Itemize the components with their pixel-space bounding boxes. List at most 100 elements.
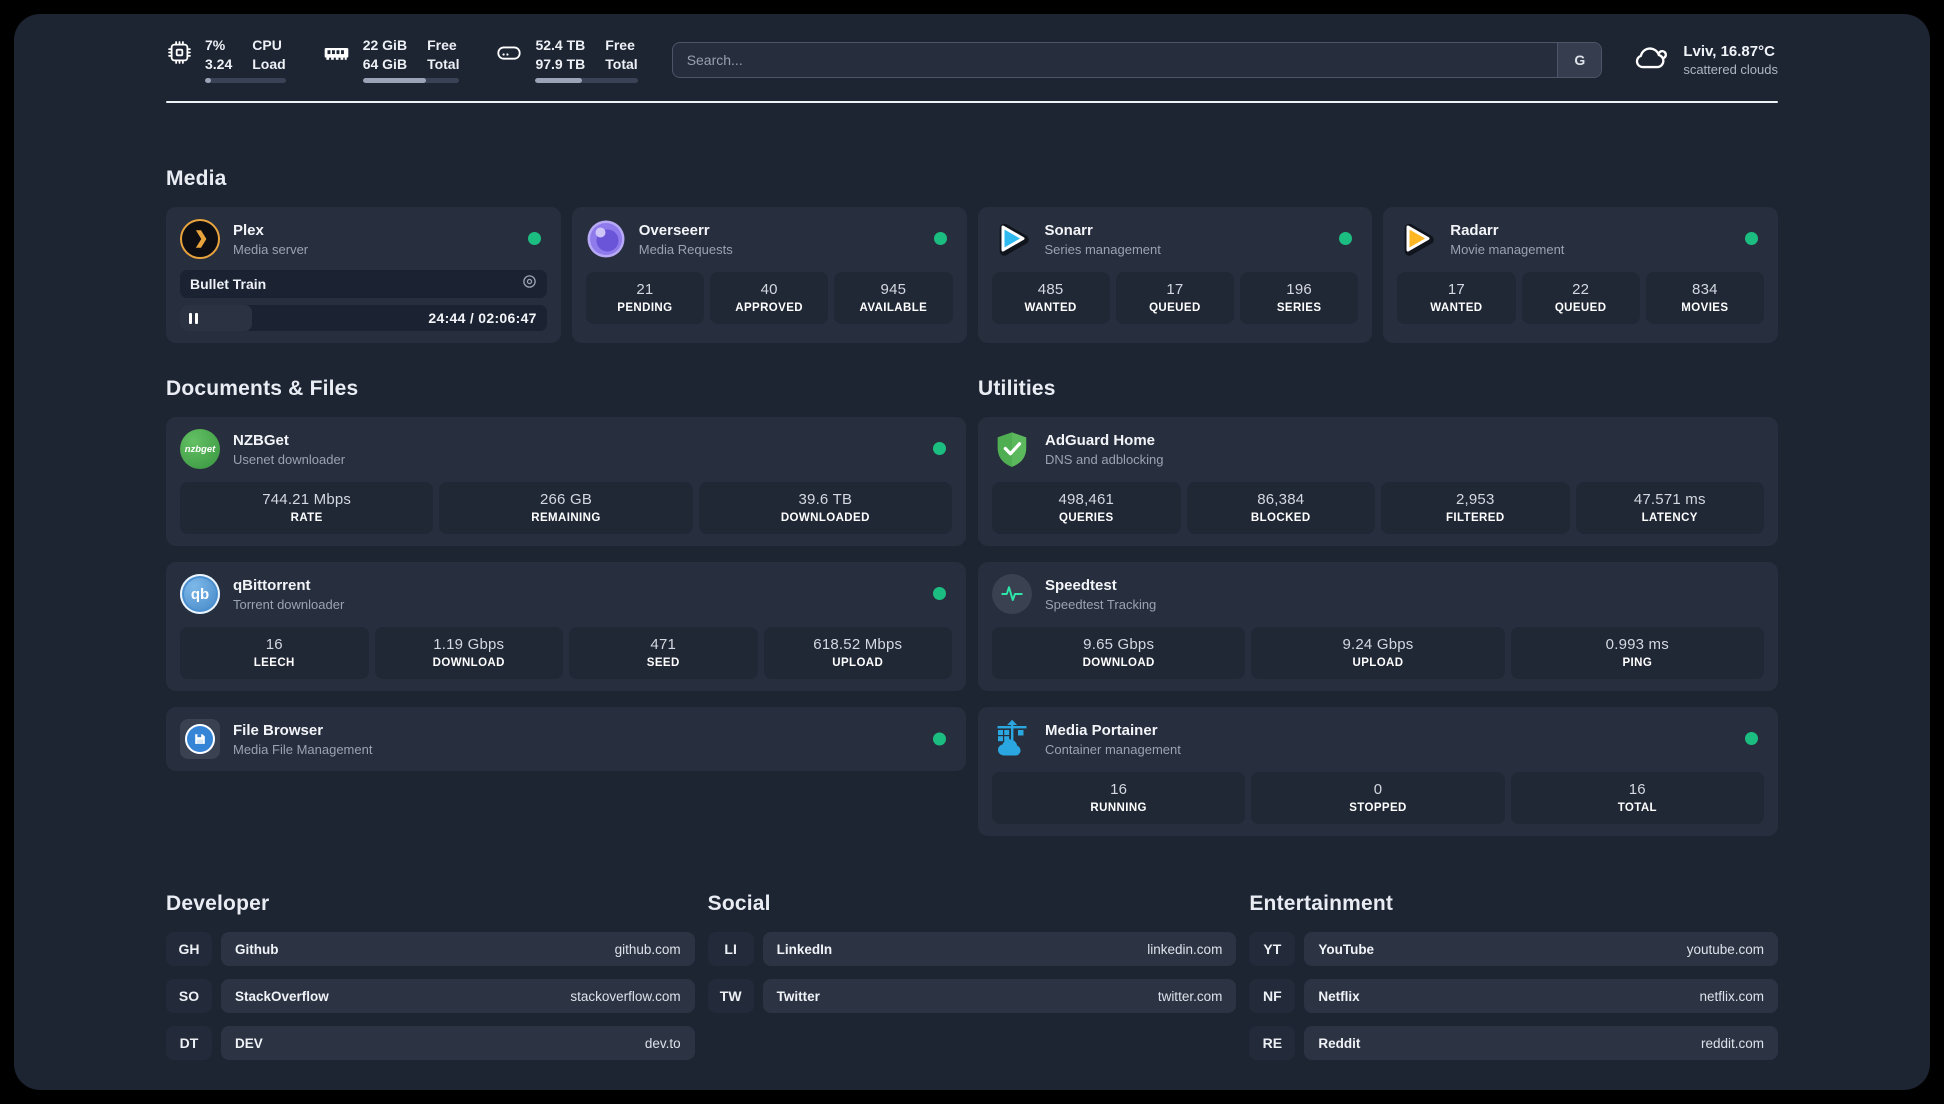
link-abbr: DT xyxy=(166,1026,212,1060)
stat-box: 21 PENDING xyxy=(585,272,704,324)
search-engine-button[interactable]: G xyxy=(1557,42,1602,77)
app-title: AdGuard Home xyxy=(1045,431,1156,449)
status-indicator xyxy=(527,232,541,245)
link-row-twitter[interactable]: TW Twitter twitter.com xyxy=(707,979,1237,1013)
app-card-adguard[interactable]: AdGuard Home DNS and adblocking 498,461 Q… xyxy=(978,417,1778,546)
disk-total-label: Total xyxy=(605,56,638,72)
app-card-filebrowser[interactable]: File Browser Media File Management xyxy=(166,707,966,771)
memory-progress-bar xyxy=(362,78,460,83)
pause-icon[interactable] xyxy=(189,312,198,324)
section-title-social: Social xyxy=(707,892,771,915)
app-description: Torrent downloader xyxy=(233,596,345,612)
link-name: StackOverflow xyxy=(235,988,329,1004)
link-abbr: SO xyxy=(166,979,212,1013)
now-playing-row: Bullet Train xyxy=(180,270,547,298)
sonarr-icon xyxy=(992,219,1032,259)
memory-stat-widget: 22 GiB 64 GiB Free Total xyxy=(322,36,460,83)
app-card-speedtest[interactable]: Speedtest Speedtest Tracking 9.65 Gbps DO… xyxy=(978,562,1778,691)
app-card-plex[interactable]: Plex Media server Bullet Train 24:44 / 0… xyxy=(166,207,561,343)
stat-box: 945 AVAILABLE xyxy=(834,272,953,324)
nzbget-icon: nzbget xyxy=(180,429,220,469)
app-title: NZBGet xyxy=(233,431,289,449)
app-card-radarr[interactable]: Radarr Movie management 17 WANTED 22 QUEUE… xyxy=(1383,207,1778,343)
section-title-documents: Documents & Files xyxy=(166,377,359,400)
section-title-utilities: Utilities xyxy=(978,377,1056,400)
cpu-usage-value: 7% xyxy=(205,37,226,53)
stat-box: 47.571 ms LATENCY xyxy=(1575,482,1764,534)
plex-icon xyxy=(180,219,220,259)
link-row-github[interactable]: GH Github github.com xyxy=(166,932,695,966)
memory-icon xyxy=(322,39,351,71)
status-indicator xyxy=(933,232,947,245)
app-card-overseerr[interactable]: Overseerr Media Requests 21 PENDING 40 APP… xyxy=(571,207,967,343)
disk-total-value: 97.9 TB xyxy=(535,56,586,72)
link-name: Github xyxy=(235,941,279,957)
stat-box: 744.21 Mbps RATE xyxy=(180,482,434,534)
app-card-qbittorrent[interactable]: qb qBittorrent Torrent downloader 16 LEEC… xyxy=(166,562,966,691)
app-card-sonarr[interactable]: Sonarr Series management 485 WANTED 17 QUE… xyxy=(977,207,1373,343)
weather-widget: Lviv, 16.87°C scattered clouds xyxy=(1632,41,1778,78)
link-row-linkedin[interactable]: LI LinkedIn linkedin.com xyxy=(707,932,1237,966)
cpu-usage-label: CPU xyxy=(252,37,282,53)
stat-box: 485 WANTED xyxy=(991,272,1110,324)
now-playing-session-icon[interactable] xyxy=(522,274,537,294)
status-indicator xyxy=(1745,732,1758,745)
app-description: Media Requests xyxy=(638,241,733,257)
now-playing-title: Bullet Train xyxy=(190,276,267,292)
link-url: reddit.com xyxy=(1700,1035,1764,1051)
link-url: youtube.com xyxy=(1686,941,1764,957)
app-title: Radarr xyxy=(1450,221,1499,239)
stat-box: 1.19 Gbps DOWNLOAD xyxy=(374,627,563,679)
app-title: Media Portainer xyxy=(1045,721,1158,739)
social-links-column: Social LI LinkedIn linkedin.com TW Twitte… xyxy=(707,836,1237,1026)
link-abbr: NF xyxy=(1249,979,1296,1013)
cpu-load-label: Load xyxy=(252,56,286,72)
system-stats: 7% 3.24 CPU Load 22 GiB 64 GiB Free Tota… xyxy=(166,36,638,83)
link-url: linkedin.com xyxy=(1147,941,1223,957)
stat-box: 471 SEED xyxy=(569,627,758,679)
app-description: Series management xyxy=(1044,241,1161,257)
app-title: Sonarr xyxy=(1044,221,1093,239)
link-row-reddit[interactable]: RE Reddit reddit.com xyxy=(1249,1026,1778,1060)
speedtest-icon xyxy=(992,574,1032,614)
header-divider xyxy=(166,101,1778,103)
app-title: File Browser xyxy=(233,721,324,739)
memory-free-value: 22 GiB xyxy=(362,37,408,53)
app-card-nzbget[interactable]: nzbget NZBGet Usenet downloader 744.21 M… xyxy=(166,417,966,546)
utilities-column: Utilities AdGuard Home DNS and adblockin… xyxy=(978,343,1778,836)
weather-condition: scattered clouds xyxy=(1683,61,1778,77)
documents-column: Documents & Files nzbget NZBGet Usenet d… xyxy=(166,343,966,771)
app-description: Speedtest Tracking xyxy=(1045,596,1157,612)
link-row-stackoverflow[interactable]: SO StackOverflow stackoverflow.com xyxy=(166,979,695,1013)
stat-box: 0.993 ms PING xyxy=(1510,627,1764,679)
link-abbr: RE xyxy=(1249,1026,1296,1060)
developer-links-column: Developer GH Github github.com SO StackOv… xyxy=(166,836,695,1073)
disk-free-label: Free xyxy=(605,37,635,53)
link-row-youtube[interactable]: YT YouTube youtube.com xyxy=(1249,932,1778,966)
link-name: DEV xyxy=(235,1035,263,1051)
stat-box: 39.6 TB DOWNLOADED xyxy=(698,482,952,534)
link-name: Twitter xyxy=(776,988,820,1004)
app-description: Movie management xyxy=(1450,241,1565,257)
disk-icon xyxy=(495,39,523,71)
app-title: qBittorrent xyxy=(233,576,311,594)
disk-progress-bar xyxy=(535,78,638,83)
app-description: Container management xyxy=(1045,741,1181,757)
app-card-portainer[interactable]: Media Portainer Container management 16 R… xyxy=(978,707,1778,836)
link-name: Reddit xyxy=(1318,1035,1361,1051)
link-url: netflix.com xyxy=(1699,988,1764,1004)
link-row-netflix[interactable]: NF Netflix netflix.com xyxy=(1249,979,1778,1013)
entertainment-links-column: Entertainment YT YouTube youtube.com NF N… xyxy=(1249,836,1778,1073)
cpu-icon xyxy=(166,39,193,71)
status-indicator xyxy=(933,442,946,455)
app-description: Media File Management xyxy=(233,741,373,757)
link-url: twitter.com xyxy=(1157,988,1223,1004)
overseerr-icon xyxy=(586,219,626,259)
app-description: DNS and adblocking xyxy=(1045,451,1164,467)
stat-box: 9.65 Gbps DOWNLOAD xyxy=(992,627,1246,679)
memory-free-label: Free xyxy=(427,37,457,53)
cloud-icon xyxy=(1632,41,1670,78)
link-row-dev[interactable]: DT DEV dev.to xyxy=(166,1026,695,1060)
playback-time: 24:44 / 02:06:47 xyxy=(428,310,537,326)
search-input[interactable] xyxy=(671,41,1603,78)
